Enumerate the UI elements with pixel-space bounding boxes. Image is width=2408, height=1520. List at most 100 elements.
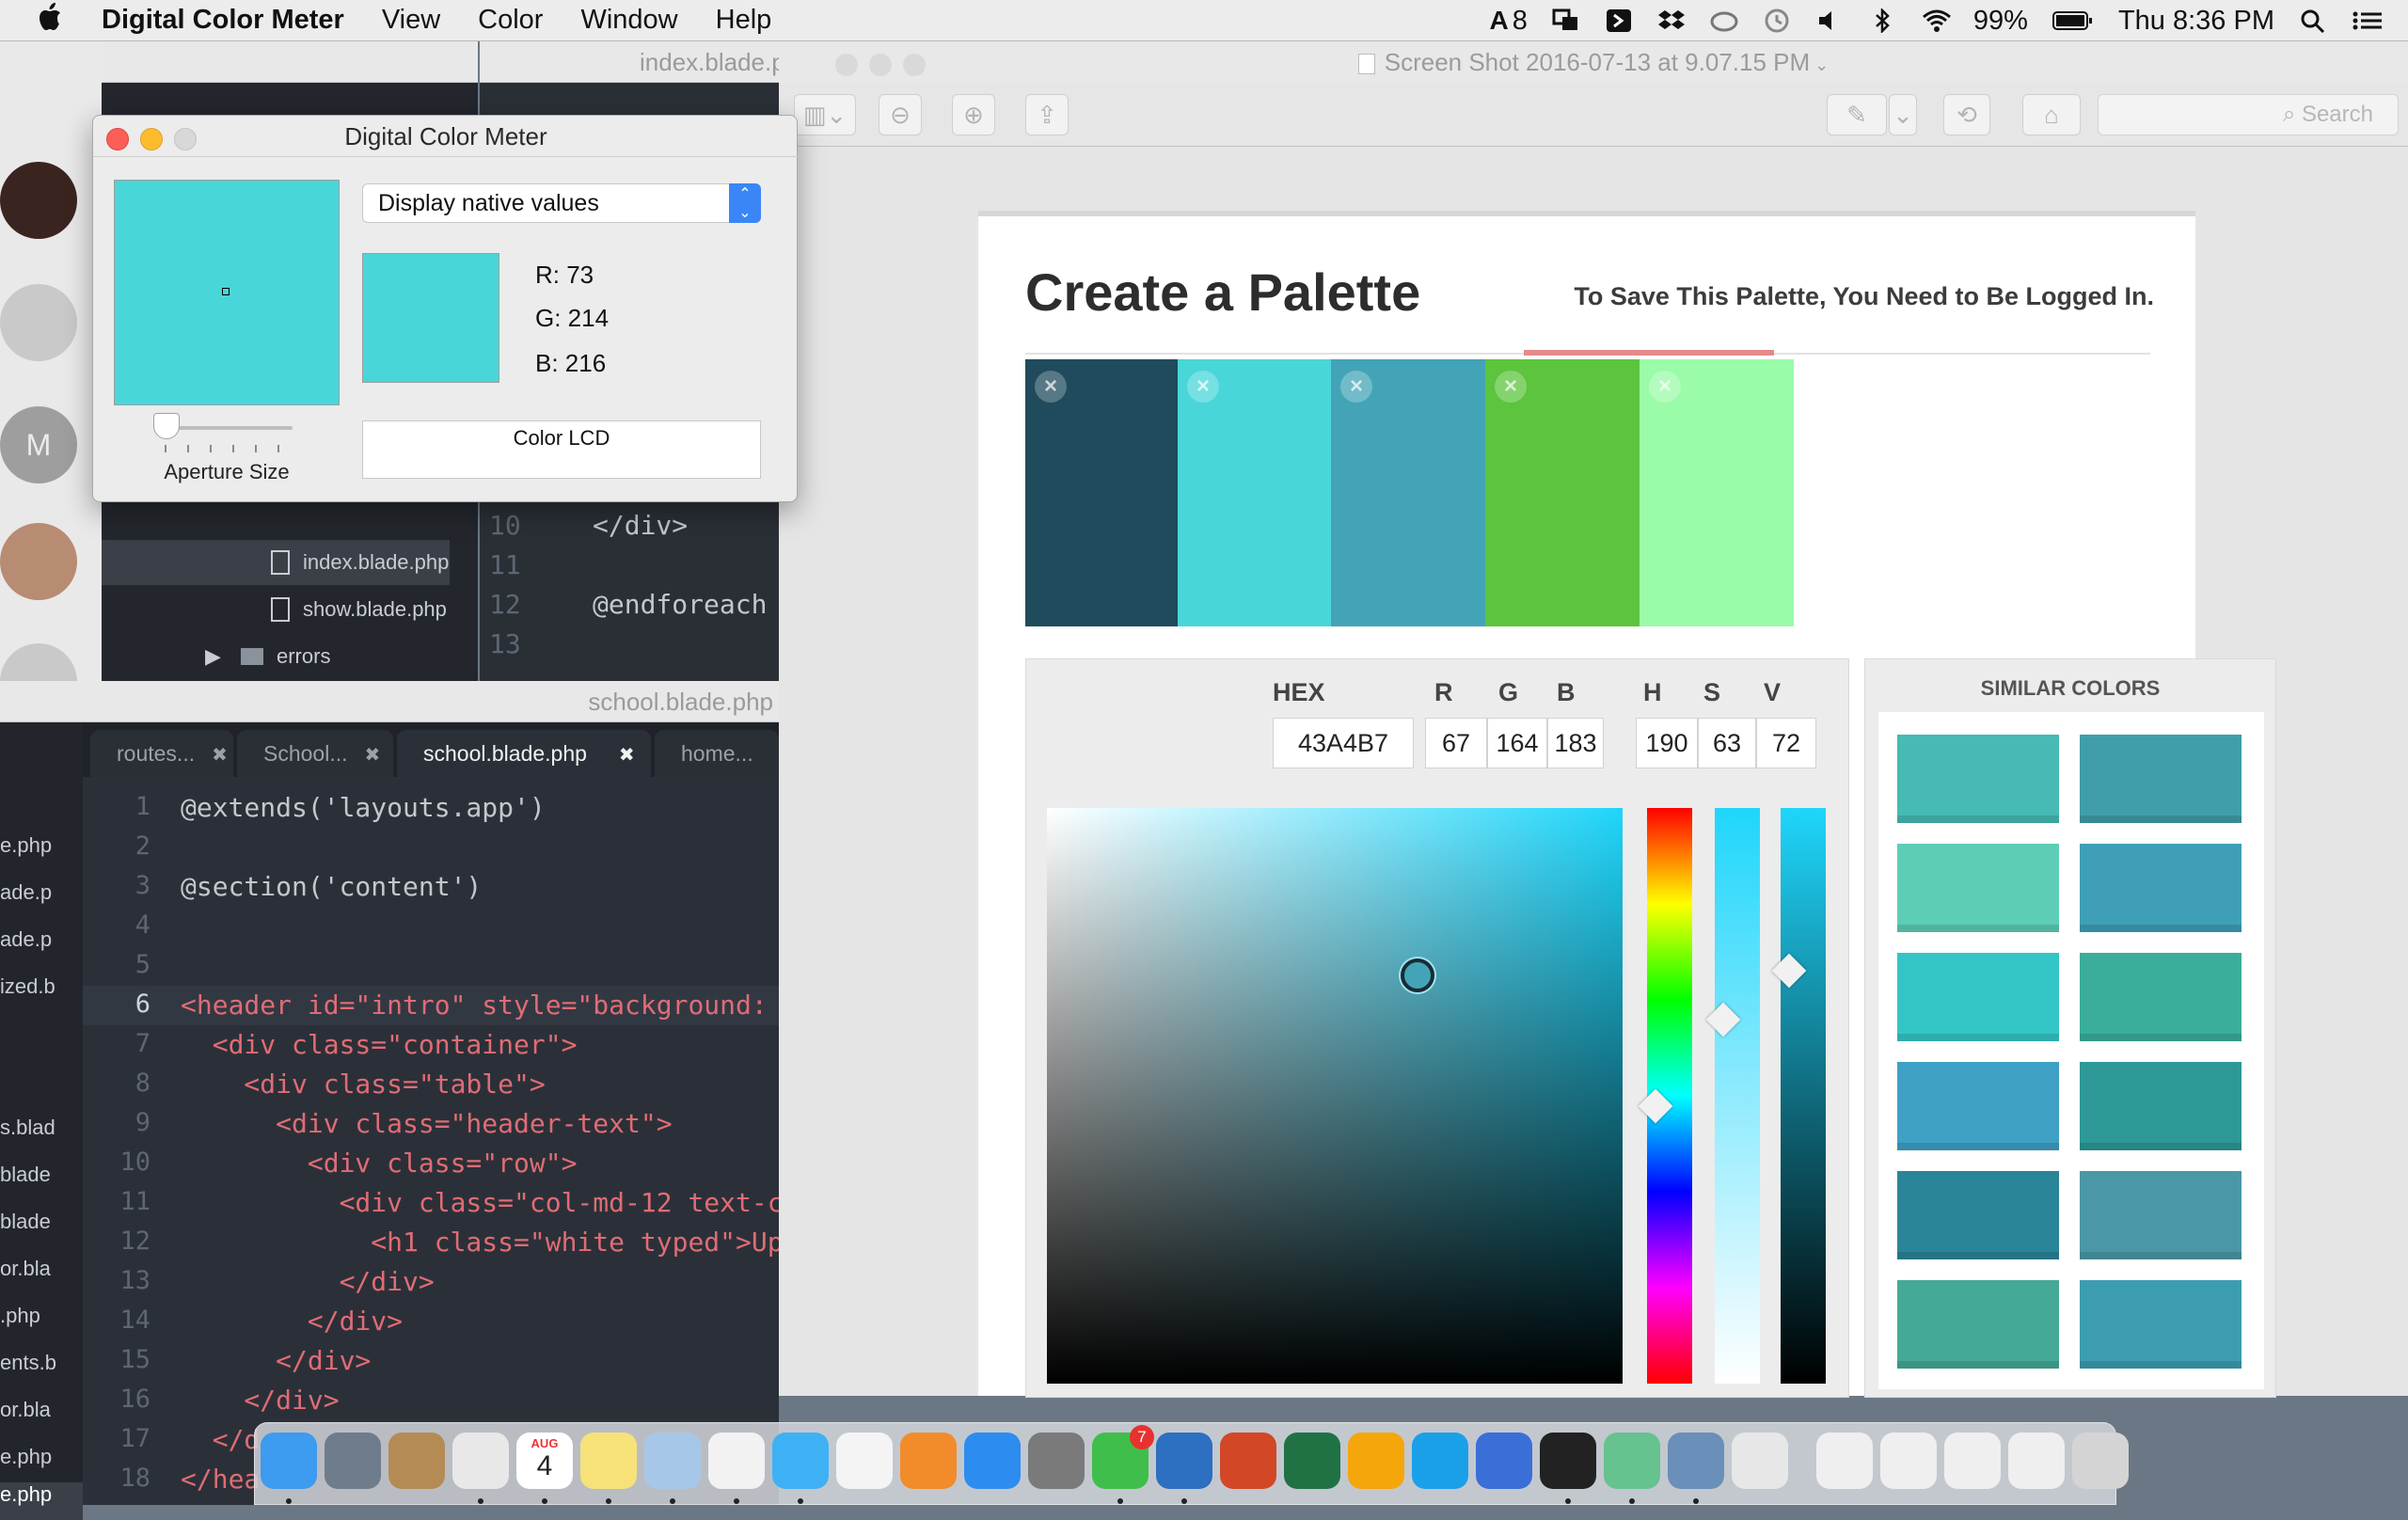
sidebar-item[interactable]: ized.b bbox=[0, 974, 55, 999]
chrome-icon[interactable] bbox=[452, 1433, 509, 1489]
similar-color-swatch[interactable] bbox=[1897, 844, 2059, 932]
palette-swatch[interactable]: × bbox=[1331, 359, 1485, 626]
code-line[interactable]: </div> bbox=[181, 1345, 371, 1376]
minimize-button[interactable] bbox=[140, 128, 163, 150]
wifi-icon[interactable] bbox=[1921, 8, 1951, 33]
tab-school-blade[interactable]: school.blade.php ✖ bbox=[397, 730, 651, 777]
app-store-icon[interactable] bbox=[964, 1433, 1021, 1489]
code-line[interactable]: <div class="col-md-12 text-c bbox=[181, 1187, 784, 1218]
volume-icon[interactable] bbox=[1815, 8, 1844, 33]
dropbox-icon[interactable] bbox=[1657, 8, 1686, 33]
menu-view[interactable]: View bbox=[382, 5, 440, 36]
code-line[interactable]: </d bbox=[181, 1424, 261, 1455]
sidebar-item[interactable]: or.bla bbox=[0, 1257, 51, 1281]
code-line[interactable]: @extends('layouts.app') bbox=[181, 792, 546, 823]
sidebar-item[interactable]: blade bbox=[0, 1163, 51, 1187]
remove-swatch-icon[interactable]: × bbox=[1340, 371, 1372, 403]
xcode-icon[interactable] bbox=[1476, 1433, 1532, 1489]
tab-home[interactable]: home... bbox=[655, 730, 779, 777]
code-line[interactable]: <header id="intro" style="background: bbox=[181, 990, 768, 1021]
sidebar-item[interactable]: ade.p bbox=[0, 927, 52, 952]
excel-icon[interactable] bbox=[1284, 1433, 1340, 1489]
code-line[interactable]: <div class="table"> bbox=[181, 1069, 545, 1100]
code-line[interactable]: </div> bbox=[181, 1266, 435, 1297]
similar-color-swatch[interactable] bbox=[2080, 953, 2242, 1041]
chevron-down-icon[interactable]: ⌄ bbox=[1810, 55, 1829, 74]
code-line[interactable]: <div class="row"> bbox=[181, 1148, 578, 1179]
code-line[interactable]: <h1 class="white typed">Up bbox=[181, 1227, 783, 1258]
sidebar-item[interactable]: blade bbox=[0, 1210, 51, 1234]
app-menu[interactable]: Digital Color Meter bbox=[102, 5, 344, 36]
tab-routes[interactable]: routes... ✖ bbox=[90, 730, 233, 777]
menubar-clock[interactable]: Thu 8:36 PM bbox=[2118, 6, 2274, 37]
h-input[interactable]: 190 bbox=[1636, 718, 1698, 768]
zoom-button[interactable] bbox=[174, 128, 197, 150]
code-line[interactable]: <div class="header-text"> bbox=[181, 1108, 672, 1139]
sidebar-item[interactable]: ents.b bbox=[0, 1351, 56, 1375]
hex-input[interactable]: 43A4B7 bbox=[1273, 718, 1414, 768]
word-icon[interactable] bbox=[1156, 1433, 1212, 1489]
b-input[interactable]: 183 bbox=[1547, 718, 1604, 768]
preview-app-icon[interactable] bbox=[644, 1433, 701, 1489]
launchpad-icon[interactable] bbox=[325, 1433, 381, 1489]
finder-icon[interactable] bbox=[261, 1433, 317, 1489]
zoom-out-button[interactable]: ⊖ bbox=[879, 94, 922, 135]
similar-color-swatch[interactable] bbox=[2080, 1171, 2242, 1259]
window-switch-icon[interactable] bbox=[1552, 8, 1580, 33]
tree-item-file[interactable]: index.blade.php bbox=[102, 540, 450, 585]
close-icon[interactable]: ✖ bbox=[212, 745, 228, 766]
remove-swatch-icon[interactable]: × bbox=[1495, 371, 1527, 403]
share-button[interactable]: ⇪ bbox=[1025, 94, 1069, 135]
aperture-size-slider[interactable] bbox=[153, 413, 293, 439]
palette-swatch[interactable]: × bbox=[1640, 359, 1794, 626]
remove-swatch-icon[interactable]: × bbox=[1035, 371, 1067, 403]
time-machine-icon[interactable] bbox=[1763, 8, 1791, 33]
sidebar-toggle-button[interactable]: ▥⌄ bbox=[794, 94, 856, 135]
similar-color-swatch[interactable] bbox=[1897, 1062, 2059, 1150]
code-line[interactable]: </div> bbox=[181, 1385, 339, 1416]
avatar[interactable] bbox=[0, 162, 77, 239]
brackets-icon[interactable] bbox=[1605, 8, 1633, 33]
display-mode-select[interactable]: Display native values ⌃ ⌄ bbox=[362, 183, 761, 223]
similar-color-swatch[interactable] bbox=[1897, 953, 2059, 1041]
similar-color-swatch[interactable] bbox=[1897, 1171, 2059, 1259]
menu-window[interactable]: Window bbox=[580, 5, 677, 36]
s-input[interactable]: 63 bbox=[1698, 718, 1756, 768]
sidebar-item[interactable]: s.blad bbox=[0, 1116, 55, 1140]
rotate-button[interactable]: ⟲ bbox=[1943, 94, 1990, 135]
similar-color-swatch[interactable] bbox=[2080, 844, 2242, 932]
code-line[interactable]: <div class="container"> bbox=[181, 1029, 578, 1060]
similar-color-swatch[interactable] bbox=[2080, 1280, 2242, 1369]
sidebar-item[interactable]: or.bla bbox=[0, 1398, 51, 1422]
document-stack-icon[interactable] bbox=[1944, 1433, 2001, 1489]
code-line[interactable]: </div> bbox=[181, 1306, 403, 1337]
close-icon[interactable]: ✖ bbox=[365, 745, 381, 766]
sidebar-item[interactable]: .php bbox=[0, 1304, 40, 1328]
palette-swatch[interactable]: × bbox=[1485, 359, 1640, 626]
hue-slider[interactable] bbox=[1638, 808, 1692, 1384]
close-button[interactable] bbox=[106, 128, 129, 150]
saturation-value-picker[interactable] bbox=[1047, 808, 1623, 1384]
value-slider-handle[interactable] bbox=[1771, 953, 1807, 989]
skype-icon[interactable] bbox=[1412, 1433, 1468, 1489]
code-line[interactable]: @endforeach bbox=[593, 589, 767, 620]
menu-help[interactable]: Help bbox=[716, 5, 772, 36]
notification-center-icon[interactable] bbox=[2352, 8, 2382, 33]
spotlight-search-icon[interactable] bbox=[2299, 8, 2327, 34]
contacts-icon[interactable] bbox=[388, 1433, 445, 1489]
minimize-button[interactable] bbox=[869, 54, 892, 76]
adobe-status-icon[interactable]: A8 bbox=[1490, 6, 1528, 37]
markup-menu-button[interactable]: ⌄ bbox=[1889, 94, 1917, 135]
avatar-initial[interactable]: M bbox=[0, 406, 77, 483]
remove-swatch-icon[interactable]: × bbox=[1649, 371, 1681, 403]
similar-color-swatch[interactable] bbox=[1897, 1280, 2059, 1369]
avatar[interactable] bbox=[0, 523, 77, 600]
search-field[interactable]: ⌕ Search bbox=[2098, 94, 2399, 135]
zoom-button[interactable] bbox=[903, 54, 926, 76]
battery-icon[interactable] bbox=[2052, 8, 2094, 33]
v-input[interactable]: 72 bbox=[1756, 718, 1816, 768]
palette-swatch[interactable]: × bbox=[1025, 359, 1178, 626]
ibooks-icon[interactable] bbox=[900, 1433, 957, 1489]
sidebar-item[interactable]: e.php bbox=[0, 833, 52, 858]
document-stack-icon[interactable] bbox=[1880, 1433, 1937, 1489]
